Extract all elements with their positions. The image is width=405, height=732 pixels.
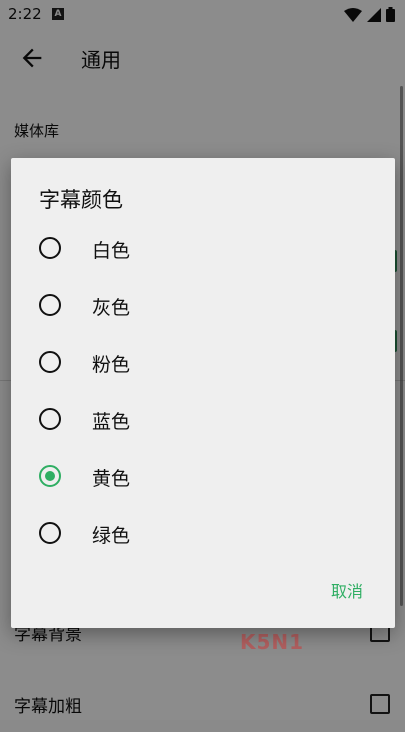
option-label: 白色 xyxy=(92,240,131,262)
option-label: 黄色 xyxy=(92,468,131,490)
option-label: 蓝色 xyxy=(92,411,131,433)
radio-button[interactable] xyxy=(39,351,61,373)
option-blue[interactable]: 蓝色 xyxy=(11,392,395,449)
option-green[interactable]: 绿色 xyxy=(11,506,395,563)
option-label: 灰色 xyxy=(92,297,131,319)
dialog-title: 字幕颜色 xyxy=(39,188,123,212)
radio-button-selected[interactable] xyxy=(39,465,61,487)
cancel-button[interactable]: 取消 xyxy=(325,574,369,606)
radio-button[interactable] xyxy=(39,294,61,316)
radio-button[interactable] xyxy=(39,408,61,430)
watermark-logo: K5N1 xyxy=(240,630,305,654)
subtitle-color-dialog: 字幕颜色 白色 灰色 粉色 蓝色 黄色 绿色 取消 xyxy=(11,158,395,628)
radio-button[interactable] xyxy=(39,237,61,259)
option-white[interactable]: 白色 xyxy=(11,221,395,278)
option-label: 粉色 xyxy=(92,354,131,376)
option-gray[interactable]: 灰色 xyxy=(11,278,395,335)
option-yellow[interactable]: 黄色 xyxy=(11,449,395,506)
radio-button[interactable] xyxy=(39,522,61,544)
option-label: 绿色 xyxy=(92,525,131,547)
option-pink[interactable]: 粉色 xyxy=(11,335,395,392)
